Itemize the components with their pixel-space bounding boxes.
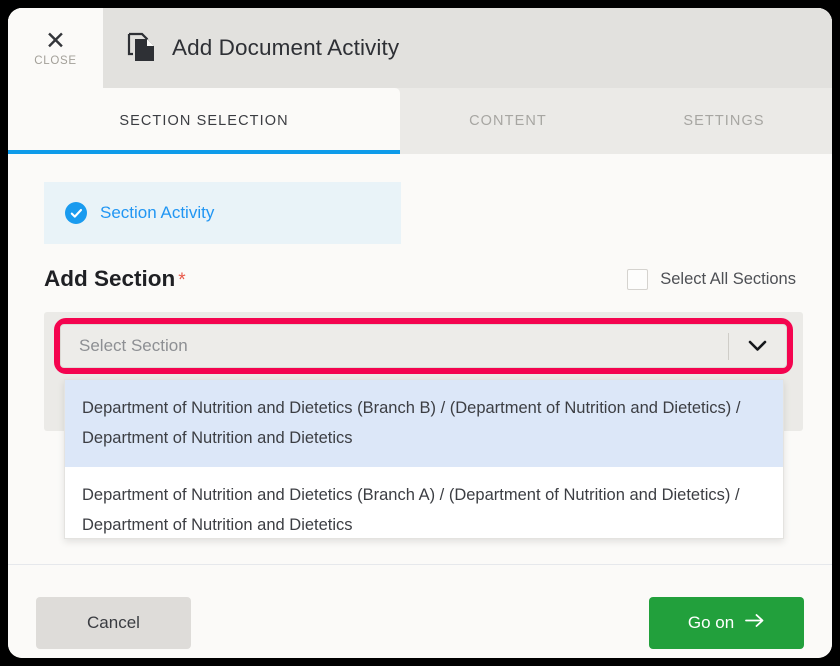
add-section-row: Add Section * Select All Sections	[44, 266, 796, 300]
dialog-footer: Cancel Go on	[8, 564, 832, 658]
section-select-highlight-ring: Select Section	[54, 318, 793, 374]
select-all-sections-checkbox[interactable]	[627, 269, 649, 290]
page-title: Add Document Activity	[172, 35, 400, 60]
select-all-sections-row[interactable]: Select All Sections	[627, 269, 796, 290]
add-document-activity-dialog: ✕ CLOSE Add Document Activity SECTION SE…	[8, 8, 832, 658]
section-select[interactable]: Select Section	[60, 324, 787, 368]
tab-content[interactable]: CONTENT	[400, 88, 616, 154]
add-section-heading: Add Section *	[44, 266, 186, 292]
add-section-heading-text: Add Section	[44, 266, 176, 291]
section-activity-label: Section Activity	[100, 203, 215, 222]
select-all-sections-label: Select All Sections	[660, 270, 796, 288]
required-marker: *	[178, 270, 186, 291]
chevron-down-icon[interactable]	[729, 340, 786, 352]
go-on-button[interactable]: Go on	[649, 597, 804, 649]
dialog-body: Section Activity Add Section * Select All…	[8, 154, 832, 564]
close-button-label: CLOSE	[34, 54, 77, 67]
section-activity-card[interactable]: Section Activity	[44, 182, 401, 244]
section-select-placeholder: Select Section	[79, 336, 188, 355]
section-dropdown-list[interactable]: Department of Nutrition and Dietetics (B…	[64, 379, 784, 539]
dropdown-option-branch-b[interactable]: Department of Nutrition and Dietetics (B…	[65, 380, 783, 467]
tab-bar: SECTION SELECTION CONTENT SETTINGS	[8, 88, 832, 154]
go-on-button-label: Go on	[687, 613, 735, 632]
header-title-bar: Add Document Activity	[103, 8, 832, 88]
arrow-right-icon	[745, 613, 765, 633]
copy-documents-icon	[127, 32, 157, 64]
dialog-header: ✕ CLOSE Add Document Activity	[8, 8, 832, 88]
tab-section-selection[interactable]: SECTION SELECTION	[8, 88, 400, 154]
close-button[interactable]: ✕ CLOSE	[8, 8, 103, 88]
cancel-button[interactable]: Cancel	[36, 597, 191, 649]
dropdown-option-branch-a[interactable]: Department of Nutrition and Dietetics (B…	[65, 467, 783, 538]
close-x-icon: ✕	[45, 26, 66, 55]
tab-settings[interactable]: SETTINGS	[616, 88, 832, 154]
check-circle-icon	[65, 202, 87, 224]
